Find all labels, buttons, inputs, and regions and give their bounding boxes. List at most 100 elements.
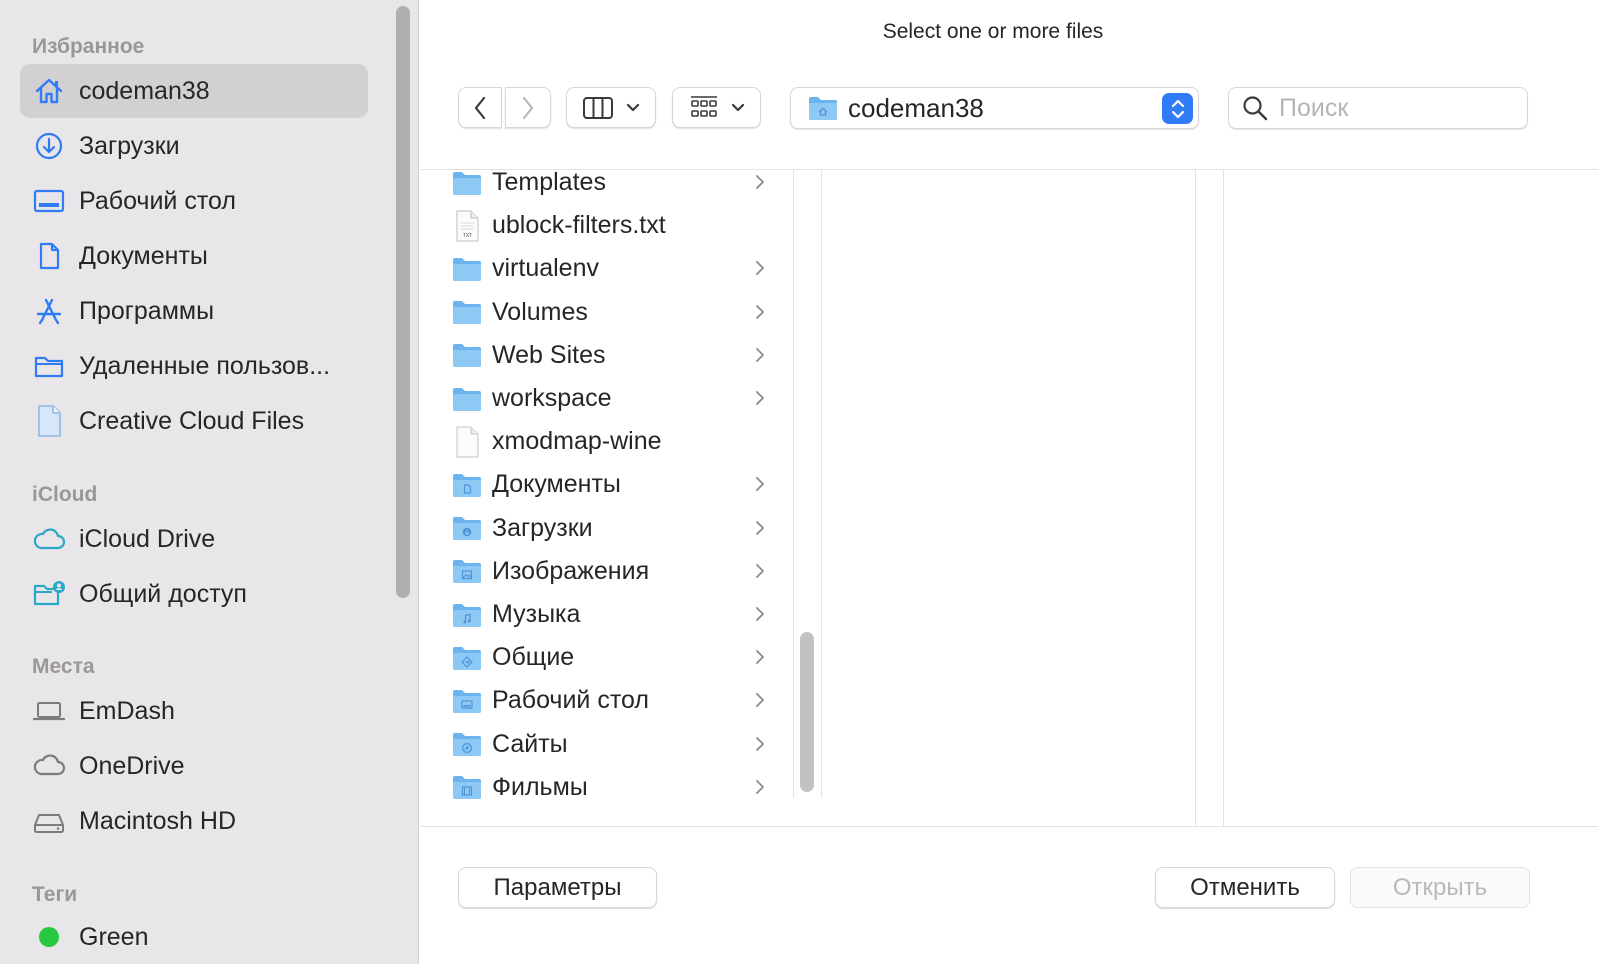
file-list-item[interactable]: Музыка — [420, 593, 793, 636]
chevron-right-icon — [753, 777, 767, 797]
sidebar-item-label: iCloud Drive — [79, 524, 216, 553]
file-list-item[interactable]: Сайты — [420, 723, 793, 766]
file-list-item[interactable]: Templates — [420, 170, 793, 204]
chevron-right-icon — [753, 561, 767, 581]
grid-icon — [690, 95, 717, 117]
shared-folder-icon — [32, 577, 66, 611]
sidebar-item-remote-users[interactable]: Удаленные пользов... — [20, 339, 368, 393]
browser-column-2 — [822, 170, 1195, 826]
sidebar-item-macintosh-hd[interactable]: Macintosh HD — [20, 794, 368, 848]
file-name: Web Sites — [492, 340, 606, 369]
path-label: codeman38 — [848, 92, 984, 123]
folder-icon — [451, 254, 483, 284]
sidebar-item-creative-cloud[interactable]: Creative Cloud Files — [20, 394, 368, 448]
document-icon — [32, 239, 66, 273]
applications-icon — [32, 294, 66, 328]
forward-button[interactable] — [505, 87, 551, 128]
cancel-button[interactable]: Отменить — [1155, 867, 1335, 908]
file-list-item[interactable]: Volumes — [420, 291, 793, 334]
file-name: workspace — [492, 384, 612, 412]
sidebar-item-label: OneDrive — [79, 751, 185, 780]
chevron-right-icon — [753, 258, 767, 278]
sidebar-item-tag-green[interactable]: Green — [20, 910, 368, 964]
cloud-icon — [32, 749, 66, 783]
chevron-right-icon — [753, 647, 767, 667]
music-folder-icon — [451, 600, 483, 630]
column-divider — [793, 170, 794, 798]
sidebar-item-label: Общий доступ — [79, 579, 247, 608]
desktop-folder-icon — [451, 686, 483, 716]
column-divider — [1195, 170, 1196, 826]
sidebar-item-label: Удаленные пользов... — [79, 351, 331, 380]
file-browser: Select one or more files codeman38 Templ… — [420, 0, 1598, 964]
file-list-item[interactable]: Загрузки — [420, 507, 793, 550]
search-icon — [1243, 96, 1268, 121]
public-folder-icon — [451, 643, 483, 673]
path-popup-button[interactable]: codeman38 — [790, 87, 1199, 129]
open-button[interactable]: Открыть — [1350, 867, 1530, 908]
sidebar-item-applications[interactable]: Программы — [20, 284, 368, 338]
column-1-scrollbar[interactable] — [800, 632, 814, 792]
file-list-item[interactable]: TXT ublock-filters.txt — [420, 204, 793, 247]
sidebar-item-downloads[interactable]: Загрузки — [20, 119, 368, 173]
file-name: Рабочий стол — [492, 686, 649, 715]
sidebar-section-locations: Места — [32, 655, 95, 678]
chevron-right-icon — [753, 474, 767, 494]
folder-icon — [451, 297, 483, 327]
file-list-item[interactable]: Документы — [420, 463, 793, 506]
options-button[interactable]: Параметры — [458, 867, 657, 908]
sidebar-item-onedrive[interactable]: OneDrive — [20, 739, 368, 793]
downloads-icon — [32, 129, 66, 163]
sidebar: Избранное codeman38 Загрузки Рабочий сто… — [0, 0, 419, 964]
sidebar-item-home[interactable]: codeman38 — [20, 64, 368, 118]
cloud-icon — [32, 522, 66, 556]
sidebar-item-label: Загрузки — [79, 131, 180, 160]
back-button[interactable] — [458, 87, 502, 128]
sidebar-scrollbar[interactable] — [396, 6, 410, 598]
dialog-title: Select one or more files — [882, 20, 1104, 43]
sites-folder-icon — [451, 729, 483, 759]
file-name: ublock-filters.txt — [492, 211, 666, 240]
chevron-right-icon — [753, 302, 767, 322]
file-list-item[interactable]: Изображения — [420, 550, 793, 593]
sidebar-section-favorites: Избранное — [32, 35, 145, 58]
file-list-item[interactable]: xmodmap-wine — [420, 420, 793, 463]
pictures-folder-icon — [451, 556, 483, 586]
sidebar-item-label: Программы — [79, 296, 215, 325]
documents-folder-icon — [451, 470, 483, 500]
sidebar-item-label: Creative Cloud Files — [79, 406, 305, 435]
green-tag-dot-icon — [39, 927, 59, 947]
group-by-button[interactable] — [672, 87, 761, 128]
hard-drive-icon — [32, 804, 66, 838]
sidebar-item-documents[interactable]: Документы — [20, 229, 368, 283]
file-name: Фильмы — [492, 772, 588, 801]
file-list-item[interactable]: virtualenv — [420, 247, 793, 290]
blank-file-icon — [451, 426, 483, 458]
file-list-item[interactable]: Общие — [420, 636, 793, 679]
file-name: Загрузки — [492, 513, 593, 542]
file-name: Templates — [492, 170, 606, 196]
sidebar-item-desktop[interactable]: Рабочий стол — [20, 174, 368, 228]
chevron-right-icon — [753, 345, 767, 365]
sidebar-section-icloud: iCloud — [32, 483, 98, 506]
file-name: Общие — [492, 643, 575, 672]
file-list-item[interactable]: Фильмы — [420, 766, 793, 809]
file-name: Volumes — [492, 297, 588, 326]
chevron-down-icon — [731, 103, 744, 111]
file-list-item[interactable]: Web Sites — [420, 334, 793, 377]
home-folder-icon — [809, 97, 837, 120]
chevron-left-icon — [474, 96, 486, 119]
sidebar-item-emdash[interactable]: EmDash — [20, 684, 368, 738]
sidebar-item-icloud-drive[interactable]: iCloud Drive — [20, 512, 368, 566]
chevron-right-icon — [753, 734, 767, 754]
sidebar-item-label: Рабочий стол — [79, 186, 236, 215]
laptop-icon — [32, 694, 66, 728]
chevron-right-icon — [753, 690, 767, 710]
search-field[interactable] — [1228, 87, 1528, 129]
search-input[interactable] — [1279, 93, 1509, 123]
view-mode-button[interactable] — [566, 87, 656, 128]
file-list-item[interactable]: Рабочий стол — [420, 679, 793, 722]
file-list-item[interactable]: workspace — [420, 377, 793, 420]
file-name: Изображения — [492, 556, 650, 585]
sidebar-item-shared[interactable]: Общий доступ — [20, 567, 368, 621]
